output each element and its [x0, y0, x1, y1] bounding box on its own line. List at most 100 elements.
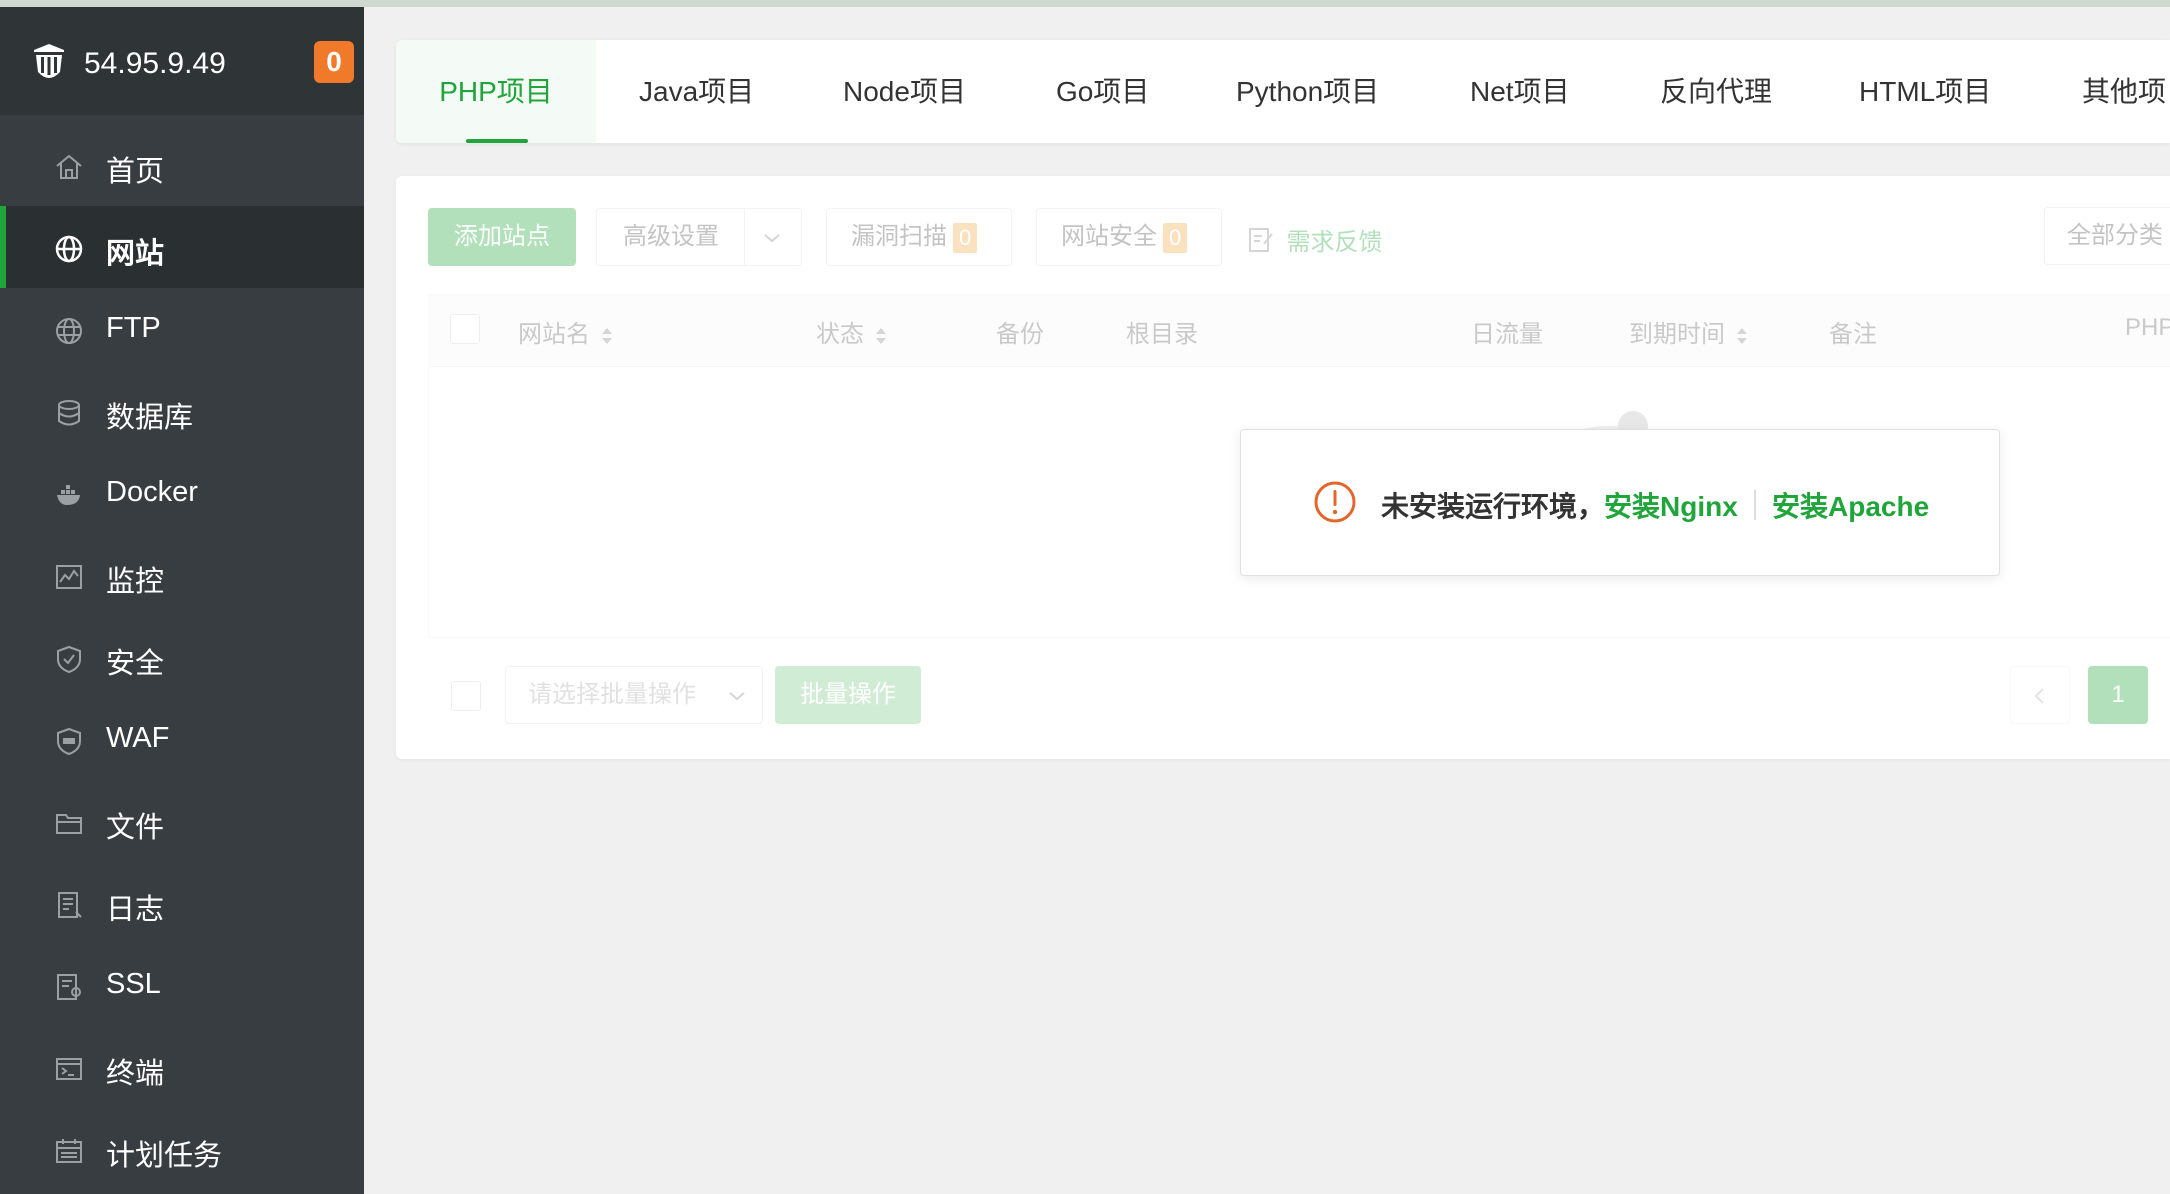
- tab-php[interactable]: PHP项目: [396, 40, 596, 143]
- sidebar-item-label: 终端: [106, 1058, 165, 1090]
- sidebar-item-home[interactable]: 首页: [0, 124, 364, 206]
- sidebar: 54.95.9.49 0 首页 网站 FTP 数据库 Docker 监控 安全 …: [0, 7, 364, 1194]
- column-label: 网站名: [518, 321, 590, 348]
- database-icon: [58, 400, 80, 426]
- sort-icon: [602, 327, 612, 344]
- column-backup: 备份: [996, 321, 1044, 348]
- log-icon: [58, 892, 82, 918]
- column-site-name[interactable]: 网站名: [518, 314, 614, 349]
- sidebar-item-label: 首页: [106, 156, 165, 188]
- tab-python[interactable]: Python项目: [1236, 40, 1379, 143]
- waf-shield-icon: [57, 727, 81, 756]
- column-label: 状态: [816, 321, 864, 348]
- shield-icon: [57, 645, 81, 674]
- sidebar-item-label: 安全: [106, 648, 165, 680]
- sidebar-item-cron[interactable]: 计划任务: [0, 1108, 364, 1190]
- sidebar-item-logs[interactable]: 日志: [0, 862, 364, 944]
- batch-operation-select[interactable]: 请选择批量操作: [505, 666, 763, 724]
- site-security-button[interactable]: 网站安全 0: [1036, 208, 1222, 266]
- chevron-down-icon: [729, 692, 745, 701]
- sidebar-item-terminal[interactable]: 终端: [0, 1026, 364, 1108]
- column-remark: 备注: [1829, 321, 1877, 348]
- sidebar-item-label: SSL: [106, 968, 161, 1000]
- sidebar-item-database[interactable]: 数据库: [0, 370, 364, 452]
- monitor-icon: [56, 565, 82, 589]
- tab-net[interactable]: Net项目: [1470, 40, 1570, 143]
- footer-select-all-checkbox[interactable]: [451, 681, 481, 711]
- vuln-scan-count: 0: [953, 222, 978, 253]
- batch-operation-button[interactable]: 批量操作: [775, 666, 921, 724]
- column-php: PHP: [2125, 314, 2170, 341]
- tab-other[interactable]: 其他项: [2082, 40, 2166, 143]
- tab-java[interactable]: Java项目: [639, 40, 754, 143]
- table-header: 网站名 状态 备份 根目录 日流量 到期时间 备注 PHP: [428, 294, 2170, 367]
- sidebar-item-label: 数据库: [106, 402, 194, 434]
- advanced-settings-label: 高级设置: [623, 223, 719, 250]
- column-status[interactable]: 状态: [816, 314, 888, 349]
- sidebar-item-label: 网站: [106, 238, 165, 270]
- terminal-icon: [56, 1058, 82, 1080]
- site-security-count: 0: [1163, 222, 1188, 253]
- folder-icon: [56, 814, 82, 834]
- sidebar-item-label: Docker: [106, 476, 198, 508]
- feedback-link[interactable]: 需求反馈: [1248, 222, 1382, 256]
- column-expiry[interactable]: 到期时间: [1629, 314, 1749, 349]
- tab-label: PHP项目: [439, 76, 553, 107]
- advanced-settings-dropdown[interactable]: 高级设置: [596, 208, 802, 266]
- ftp-globe-icon: [56, 318, 82, 344]
- sidebar-item-security[interactable]: 安全: [0, 616, 364, 698]
- alert-message: 未安装运行环境，: [1381, 491, 1606, 522]
- server-ip[interactable]: 54.95.9.49: [84, 47, 226, 81]
- install-apache-link[interactable]: 安装Apache: [1772, 485, 1929, 525]
- sidebar-item-ssl[interactable]: SSL: [0, 944, 364, 1026]
- sidebar-item-ftp[interactable]: FTP: [0, 288, 364, 370]
- page-1-button[interactable]: 1: [2088, 666, 2148, 724]
- sidebar-item-files[interactable]: 文件: [0, 780, 364, 862]
- sidebar-item-website[interactable]: 网站: [0, 206, 364, 288]
- chevron-down-icon: [764, 234, 780, 243]
- sidebar-item-monitor[interactable]: 监控: [0, 534, 364, 616]
- vuln-scan-label: 漏洞扫描: [851, 223, 947, 250]
- globe-icon: [55, 235, 83, 263]
- sort-icon: [1737, 327, 1747, 344]
- docker-icon: [57, 485, 80, 505]
- select-all-checkbox[interactable]: [450, 314, 480, 344]
- feedback-label: 需求反馈: [1286, 229, 1383, 256]
- tab-go[interactable]: Go项目: [1056, 40, 1149, 143]
- top-border: [0, 0, 2170, 7]
- column-root-dir: 根目录: [1126, 321, 1198, 348]
- server-header: 54.95.9.49 0: [0, 7, 364, 115]
- sidebar-item-label: 监控: [106, 566, 165, 598]
- certificate-icon: [57, 974, 81, 1000]
- site-security-label: 网站安全: [1061, 223, 1157, 250]
- chevron-left-icon: [2034, 687, 2044, 704]
- sidebar-item-label: 日志: [106, 894, 165, 926]
- edit-note-icon: [1249, 227, 1273, 252]
- notification-badge[interactable]: 0: [314, 41, 354, 83]
- install-nginx-link[interactable]: 安装Nginx: [1604, 485, 1738, 525]
- vuln-scan-button[interactable]: 漏洞扫描 0: [826, 208, 1012, 266]
- calendar-icon: [56, 1139, 82, 1163]
- prev-page-button[interactable]: [2010, 666, 2070, 724]
- add-site-button[interactable]: 添加站点: [428, 208, 576, 266]
- sidebar-item-waf[interactable]: WAF: [0, 698, 364, 780]
- tab-active-underline: [466, 139, 528, 143]
- warning-icon: [1314, 481, 1356, 523]
- link-divider: [1754, 490, 1756, 520]
- sidebar-item-label: 计划任务: [106, 1140, 223, 1172]
- batch-select-placeholder: 请选择批量操作: [528, 681, 696, 708]
- sidebar-item-label: WAF: [106, 722, 170, 754]
- column-label: 到期时间: [1629, 321, 1725, 348]
- category-select[interactable]: 全部分类: [2044, 207, 2170, 265]
- tab-reverse-proxy[interactable]: 反向代理: [1660, 40, 1772, 143]
- bt-logo-icon: [34, 44, 64, 78]
- sidebar-item-label: FTP: [106, 312, 161, 344]
- sidebar-item-label: 文件: [106, 812, 165, 844]
- sidebar-item-docker[interactable]: Docker: [0, 452, 364, 534]
- tab-node[interactable]: Node项目: [843, 40, 966, 143]
- active-indicator: [0, 206, 6, 288]
- project-tabs: PHP项目 Java项目 Node项目 Go项目 Python项目 Net项目 …: [396, 40, 2170, 143]
- column-daily-traffic: 日流量: [1471, 321, 1543, 348]
- tab-html[interactable]: HTML项目: [1859, 40, 1991, 143]
- home-icon: [56, 154, 82, 179]
